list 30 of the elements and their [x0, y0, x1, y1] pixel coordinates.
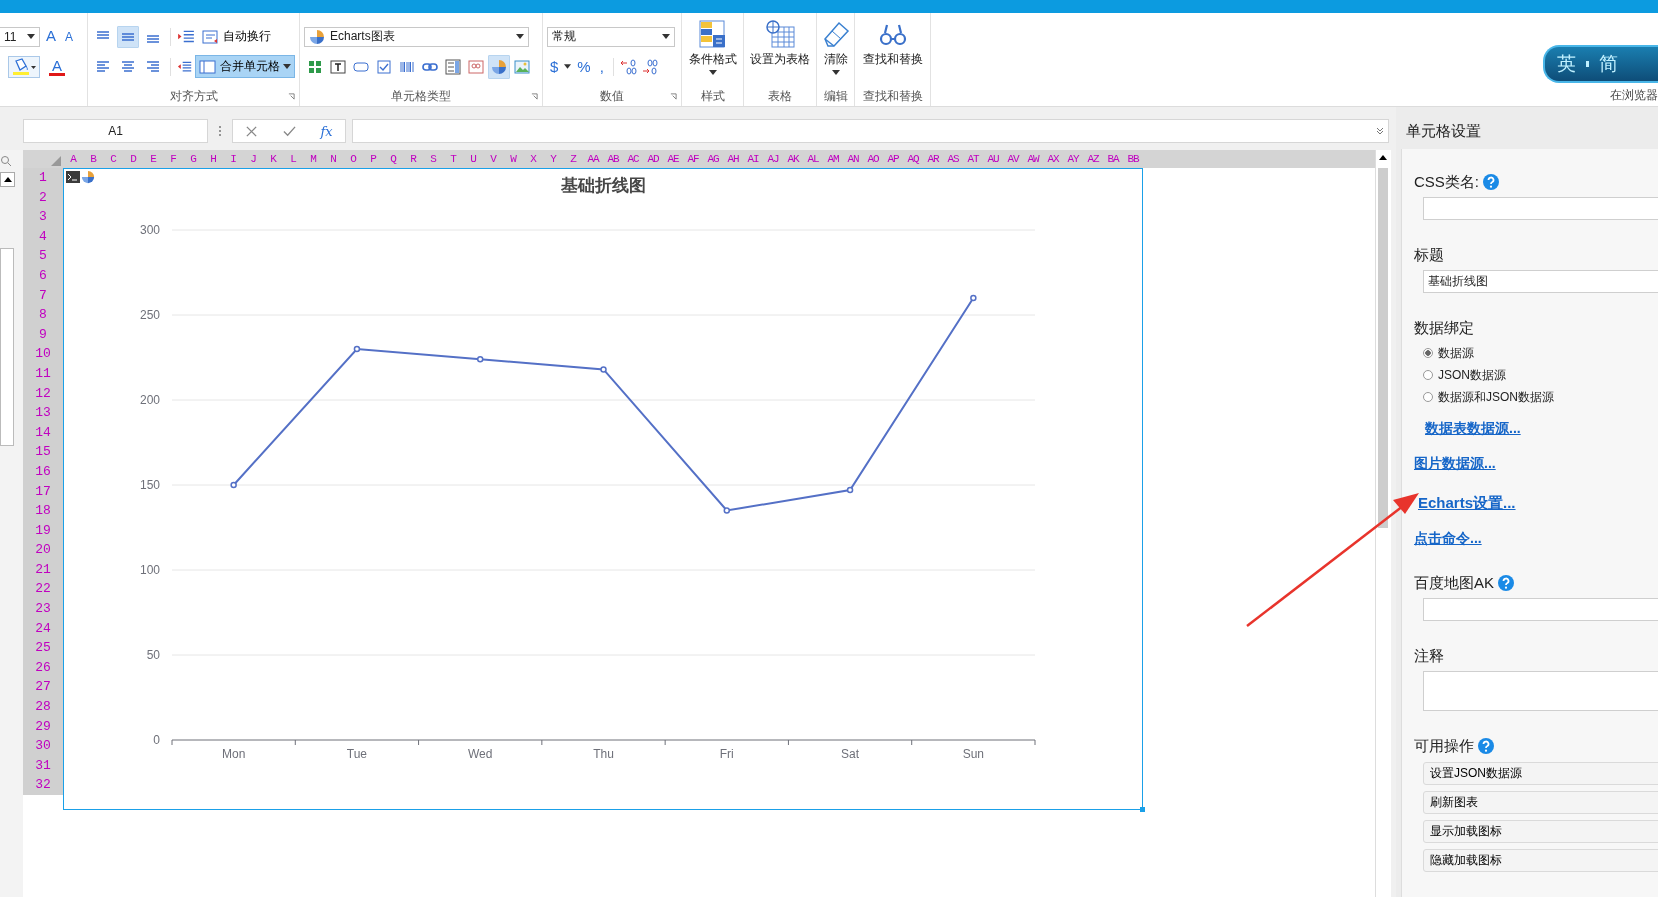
group-label: 对齐方式 [169, 87, 218, 105]
chart-title: 基础折线图 [561, 176, 646, 195]
field-label: 标题 [1414, 245, 1444, 265]
x-axis-label: Thu [593, 747, 614, 761]
x-axis-label: Sun [962, 747, 985, 761]
field-label: 注释 [1414, 646, 1444, 666]
x-axis-label: Mon [221, 747, 246, 761]
y-axis-label: 200 [139, 393, 160, 407]
group-label: 数值 [600, 87, 624, 105]
y-axis-label: 0 [153, 733, 160, 747]
group-label: 查找和替换 [862, 87, 923, 105]
panel-title: 单元格设置 [1406, 121, 1481, 141]
x-axis-label: Fri [719, 747, 734, 761]
y-axis-label: 300 [139, 223, 160, 237]
field-label: CSS类名: [1414, 172, 1479, 192]
x-axis-label: Sat [841, 747, 860, 761]
y-axis-label: 50 [146, 648, 160, 662]
group-label: 表格 [768, 87, 792, 105]
field-label: 百度地图AK [1414, 573, 1494, 593]
field-label: 数据绑定 [1414, 318, 1474, 338]
x-axis-label: Wed [468, 747, 493, 761]
group-label: 单元格类型 [391, 87, 451, 105]
group-label: 编辑 [823, 87, 848, 105]
group-label: 样式 [700, 87, 725, 105]
browser-label: 在浏览器 [1610, 87, 1658, 104]
y-axis-label: 100 [139, 563, 160, 577]
x-axis-label: Tue [346, 747, 368, 761]
y-axis-label: 150 [139, 478, 160, 492]
field-label: 可用操作 [1414, 736, 1474, 756]
y-axis-label: 250 [139, 308, 160, 322]
